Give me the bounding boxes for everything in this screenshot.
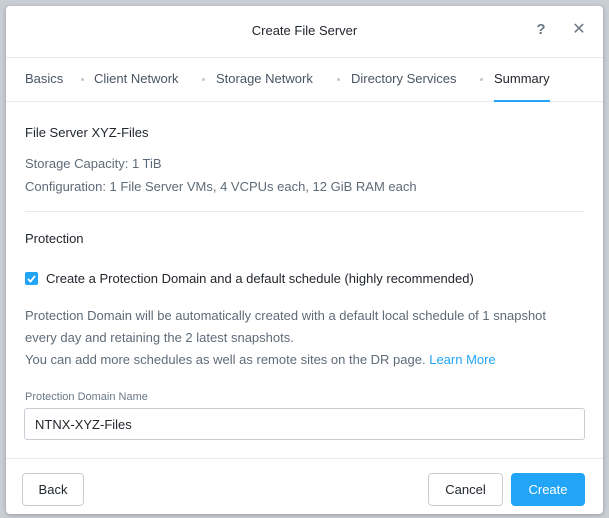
cancel-button[interactable]: Cancel [428,473,503,506]
learn-more-link[interactable]: Learn More [429,352,495,367]
tab-basics[interactable]: Basics [25,58,63,102]
close-icon[interactable]: ✕ [570,20,588,40]
section-divider [25,211,584,212]
configuration: Configuration: 1 File Server VMs, 4 VCPU… [25,179,417,194]
tab-directory-services[interactable]: Directory Services [351,58,456,102]
wizard-tabs: Basics Client Network Storage Network Di… [6,58,603,102]
protection-domain-name-label: Protection Domain Name [25,391,148,403]
protection-description-line-3: You can add more schedules as well as re… [25,352,496,367]
create-file-server-dialog: Create File Server ? ✕ Basics Client Net… [6,6,603,514]
tab-separator [337,78,340,81]
tab-client-network[interactable]: Client Network [94,58,179,102]
tab-separator [480,78,483,81]
protection-title: Protection [25,231,84,246]
tab-separator [202,78,205,81]
storage-capacity: Storage Capacity: 1 TiB [25,156,162,171]
dialog-header: Create File Server ? ✕ [6,6,603,58]
protection-description-line-2: every day and retaining the 2 latest sna… [25,330,294,345]
summary-panel: File Server XYZ-Files Storage Capacity: … [6,103,603,461]
create-button[interactable]: Create [511,473,585,506]
protection-domain-name-input[interactable] [24,408,585,440]
protection-checkbox[interactable] [25,272,38,285]
protection-checkbox-label[interactable]: Create a Protection Domain and a default… [46,271,474,286]
protection-description-line-1: Protection Domain will be automatically … [25,308,547,323]
checkmark-icon [27,274,36,283]
protection-description-text: You can add more schedules as well as re… [25,352,426,367]
tab-storage-network[interactable]: Storage Network [216,58,313,102]
tab-summary[interactable]: Summary [494,58,550,102]
tab-separator [81,78,84,81]
dialog-title: Create File Server [251,23,358,38]
dialog-footer: Back Cancel Create [6,458,603,514]
file-server-title: File Server XYZ-Files [25,125,149,140]
back-button[interactable]: Back [22,473,84,506]
help-icon[interactable]: ? [532,20,550,40]
